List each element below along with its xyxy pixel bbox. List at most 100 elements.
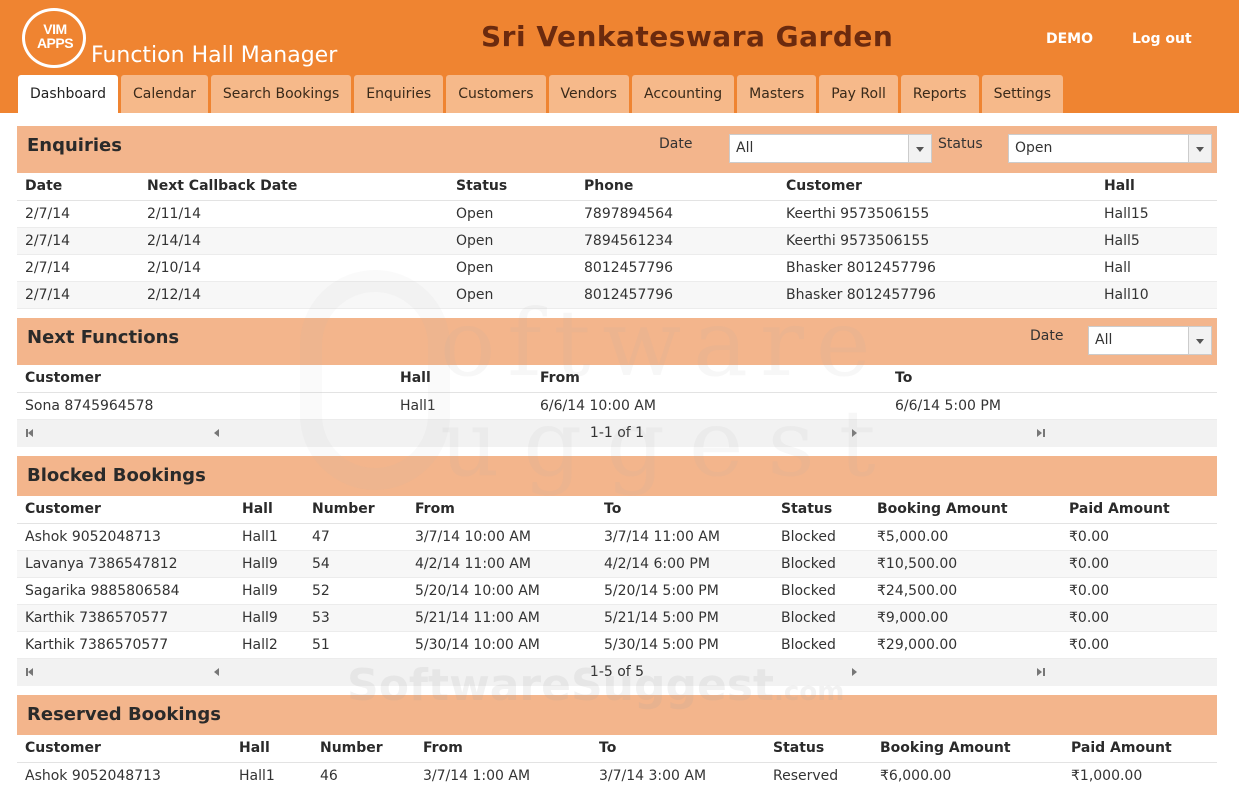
- table-cell: ₹9,000.00: [869, 604, 1061, 632]
- table-row[interactable]: Sagarika 9885806584 Hall9 52 5/20/14 10:…: [17, 577, 1217, 605]
- table-cell: 51: [304, 631, 407, 659]
- table-cell: ₹29,000.00: [869, 631, 1061, 659]
- demo-link[interactable]: DEMO: [1046, 31, 1093, 47]
- last-page-icon[interactable]: [1035, 667, 1047, 678]
- table-cell: Blocked: [773, 550, 869, 578]
- enquiries-date-label: Date: [659, 136, 693, 152]
- column-header[interactable]: Customer: [17, 735, 231, 763]
- table-cell: ₹0.00: [1061, 577, 1217, 605]
- column-header[interactable]: To: [591, 735, 765, 763]
- column-header[interactable]: Booking Amount: [869, 496, 1061, 524]
- table-row[interactable]: Ashok 9052048713 Hall1 46 3/7/14 1:00 AM…: [17, 762, 1217, 789]
- column-header[interactable]: Hall: [1096, 173, 1217, 201]
- table-row[interactable]: 2/7/14 2/11/14 Open 7897894564 Keerthi 9…: [17, 200, 1217, 228]
- next-functions-header-bar: Next Functions Date All: [17, 318, 1217, 365]
- table-cell: Open: [448, 254, 576, 282]
- table-cell: 2/7/14: [17, 227, 139, 255]
- column-header[interactable]: Phone: [576, 173, 778, 201]
- next-functions-date-label: Date: [1030, 328, 1064, 344]
- table-cell: 5/21/14 5:00 PM: [596, 604, 773, 632]
- table-row[interactable]: Sona 8745964578 Hall1 6/6/14 10:00 AM 6/…: [17, 392, 1217, 420]
- chevron-down-icon: [1188, 135, 1211, 162]
- tab-settings[interactable]: Settings: [981, 75, 1063, 113]
- table-row[interactable]: Karthik 7386570577 Hall2 51 5/30/14 10:0…: [17, 631, 1217, 659]
- table-cell: Hall2: [234, 631, 304, 659]
- column-header[interactable]: Customer: [17, 365, 392, 393]
- table-cell: 7897894564: [576, 200, 778, 228]
- column-header[interactable]: Booking Amount: [872, 735, 1063, 763]
- table-cell: Open: [448, 227, 576, 255]
- table-cell: 8012457796: [576, 254, 778, 282]
- enquiries-status-select[interactable]: Open: [1008, 134, 1212, 163]
- table-row[interactable]: 2/7/14 2/10/14 Open 8012457796 Bhasker 8…: [17, 254, 1217, 282]
- next-page-icon[interactable]: [849, 428, 861, 439]
- tab-vendors[interactable]: Vendors: [548, 75, 629, 113]
- table-cell: 47: [304, 523, 407, 551]
- column-header[interactable]: Paid Amount: [1061, 496, 1217, 524]
- column-header[interactable]: Customer: [17, 496, 234, 524]
- tab-enquiries[interactable]: Enquiries: [354, 75, 444, 113]
- reserved-bookings-panel: Reserved Bookings Customer Hall Number F…: [17, 695, 1217, 789]
- column-header[interactable]: Paid Amount: [1063, 735, 1217, 763]
- enquiries-table: Date Next Callback Date Status Phone Cus…: [17, 173, 1217, 309]
- table-row[interactable]: Ashok 9052048713 Hall1 47 3/7/14 10:00 A…: [17, 523, 1217, 551]
- table-row[interactable]: Karthik 7386570577 Hall9 53 5/21/14 11:0…: [17, 604, 1217, 632]
- table-row[interactable]: 2/7/14 2/14/14 Open 7894561234 Keerthi 9…: [17, 227, 1217, 255]
- table-cell: Hall9: [234, 577, 304, 605]
- tab-accounting[interactable]: Accounting: [631, 75, 735, 113]
- table-cell: Reserved: [765, 762, 872, 789]
- table-cell: 2/12/14: [139, 281, 448, 309]
- tab-masters[interactable]: Masters: [737, 75, 817, 113]
- column-header[interactable]: Next Callback Date: [139, 173, 448, 201]
- table-cell: ₹5,000.00: [869, 523, 1061, 551]
- app-header: VIM APPS Function Hall Manager Sri Venka…: [0, 0, 1239, 113]
- enquiries-status-value: Open: [1015, 140, 1053, 156]
- column-header[interactable]: Status: [773, 496, 869, 524]
- table-cell: Blocked: [773, 523, 869, 551]
- table-cell: 3/7/14 3:00 AM: [591, 762, 765, 789]
- logout-link[interactable]: Log out: [1132, 31, 1192, 47]
- column-header[interactable]: Status: [765, 735, 872, 763]
- column-header[interactable]: From: [532, 365, 887, 393]
- column-header[interactable]: To: [596, 496, 773, 524]
- enquiries-title: Enquiries: [27, 135, 122, 156]
- table-row[interactable]: Lavanya 7386547812 Hall9 54 4/2/14 11:00…: [17, 550, 1217, 578]
- tab-search-bookings[interactable]: Search Bookings: [210, 75, 352, 113]
- chevron-down-icon: [1188, 327, 1211, 354]
- column-header[interactable]: From: [407, 496, 596, 524]
- table-cell: Hall5: [1096, 227, 1217, 255]
- column-header[interactable]: Date: [17, 173, 139, 201]
- table-row[interactable]: 2/7/14 2/12/14 Open 8012457796 Bhasker 8…: [17, 281, 1217, 309]
- enquiries-date-select[interactable]: All: [729, 134, 932, 163]
- next-functions-date-select[interactable]: All: [1088, 326, 1212, 355]
- column-header[interactable]: Status: [448, 173, 576, 201]
- next-functions-title: Next Functions: [27, 327, 180, 348]
- column-header[interactable]: To: [887, 365, 1217, 393]
- column-header[interactable]: Hall: [392, 365, 532, 393]
- enquiries-status-label: Status: [938, 136, 983, 152]
- blocked-bookings-panel: Blocked Bookings Customer Hall Number Fr…: [17, 456, 1217, 686]
- table-cell: Hall: [1096, 254, 1217, 282]
- table-cell: 6/6/14 5:00 PM: [887, 392, 1217, 420]
- column-header[interactable]: Customer: [778, 173, 1096, 201]
- tab-reports[interactable]: Reports: [900, 75, 979, 113]
- blocked-bookings-header-bar: Blocked Bookings: [17, 456, 1217, 496]
- table-cell: ₹0.00: [1061, 604, 1217, 632]
- last-page-icon[interactable]: [1035, 428, 1047, 439]
- column-header[interactable]: Hall: [234, 496, 304, 524]
- next-functions-pager: 1-1 of 1: [17, 419, 1217, 447]
- app-name: Function Hall Manager: [91, 43, 338, 68]
- table-cell: Sona 8745964578: [17, 392, 392, 420]
- tab-calendar[interactable]: Calendar: [120, 75, 208, 113]
- column-header[interactable]: From: [415, 735, 591, 763]
- table-cell: 52: [304, 577, 407, 605]
- tab-customers[interactable]: Customers: [446, 75, 546, 113]
- table-cell: 5/21/14 11:00 AM: [407, 604, 596, 632]
- column-header[interactable]: Number: [312, 735, 415, 763]
- tab-pay-roll[interactable]: Pay Roll: [819, 75, 898, 113]
- column-header[interactable]: Number: [304, 496, 407, 524]
- tab-dashboard[interactable]: Dashboard: [18, 75, 118, 113]
- blocked-bookings-title: Blocked Bookings: [27, 465, 206, 486]
- column-header[interactable]: Hall: [231, 735, 312, 763]
- next-page-icon[interactable]: [849, 667, 861, 678]
